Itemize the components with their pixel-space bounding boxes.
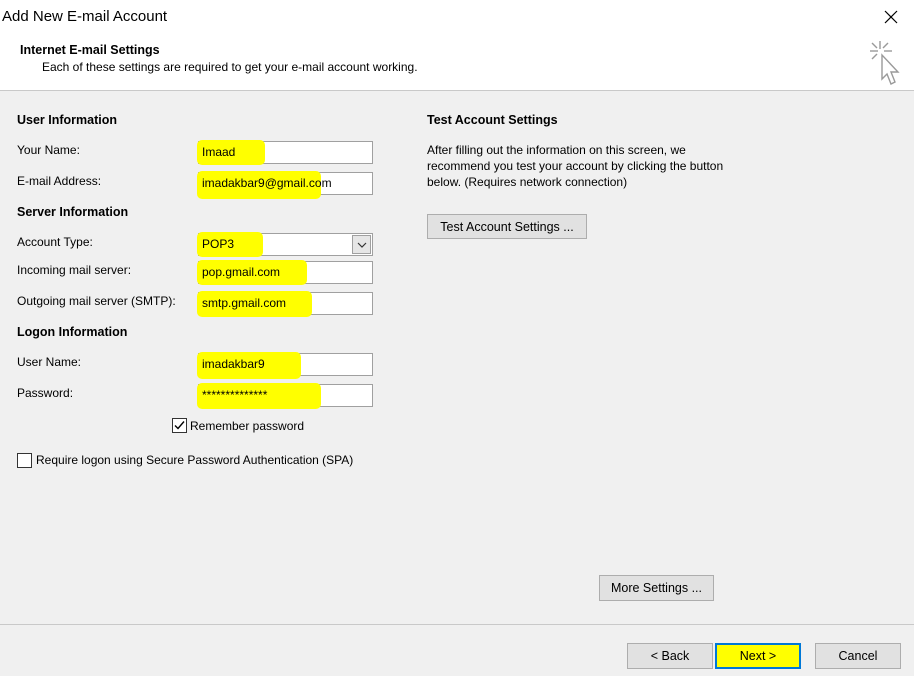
spa-label: Require logon using Secure Password Auth… bbox=[36, 453, 354, 467]
email-value: imadakbar9@gmail.com bbox=[202, 176, 332, 190]
username-label: User Name: bbox=[17, 355, 82, 369]
incoming-server-field[interactable]: pop.gmail.com bbox=[197, 260, 373, 285]
username-value: imadakbar9 bbox=[202, 357, 265, 371]
window-title: Add New E-mail Account bbox=[2, 8, 168, 25]
cancel-button[interactable]: Cancel bbox=[815, 643, 901, 669]
password-label: Password: bbox=[17, 386, 74, 400]
outgoing-server-field[interactable]: smtp.gmail.com bbox=[197, 291, 373, 317]
close-button[interactable] bbox=[868, 0, 914, 34]
remember-password-checkbox[interactable] bbox=[172, 418, 187, 433]
user-info-heading: User Information bbox=[17, 113, 118, 127]
account-type-label: Account Type: bbox=[17, 235, 93, 249]
your-name-value: Imaad bbox=[202, 145, 236, 159]
logon-info-heading: Logon Information bbox=[17, 325, 128, 339]
remember-password-label: Remember password bbox=[190, 419, 305, 433]
header-title: Internet E-mail Settings bbox=[20, 43, 160, 57]
spa-checkbox[interactable] bbox=[17, 453, 32, 468]
chevron-down-icon bbox=[357, 242, 366, 248]
wizard-cursor-icon bbox=[870, 41, 900, 85]
close-icon bbox=[884, 10, 898, 24]
checkmark-icon bbox=[174, 421, 185, 430]
test-settings-heading: Test Account Settings bbox=[427, 113, 558, 127]
your-name-label: Your Name: bbox=[17, 143, 80, 157]
account-type-value: POP3 bbox=[202, 237, 235, 251]
incoming-server-label: Incoming mail server: bbox=[17, 263, 132, 277]
server-info-heading: Server Information bbox=[17, 205, 129, 219]
outgoing-server-label: Outgoing mail server (SMTP): bbox=[17, 294, 176, 308]
account-type-select[interactable]: POP3 bbox=[197, 232, 373, 257]
password-field[interactable]: ************** bbox=[197, 383, 373, 409]
more-settings-button[interactable]: More Settings ... bbox=[599, 575, 714, 601]
email-label: E-mail Address: bbox=[17, 174, 102, 188]
your-name-field[interactable]: Imaad bbox=[197, 140, 373, 165]
wizard-header: Internet E-mail Settings Each of these s… bbox=[0, 34, 914, 91]
email-field[interactable]: imadakbar9@gmail.com bbox=[197, 171, 373, 199]
password-value: ************** bbox=[202, 388, 268, 402]
back-button[interactable]: < Back bbox=[627, 643, 713, 669]
header-subtitle: Each of these settings are required to g… bbox=[42, 60, 418, 74]
dropdown-arrow[interactable] bbox=[352, 235, 371, 254]
username-field[interactable]: imadakbar9 bbox=[197, 352, 373, 379]
test-settings-description: After filling out the information on thi… bbox=[427, 143, 724, 189]
footer-divider bbox=[0, 624, 914, 625]
test-account-settings-button[interactable]: Test Account Settings ... bbox=[427, 214, 587, 239]
incoming-server-value: pop.gmail.com bbox=[202, 265, 281, 279]
outgoing-server-value: smtp.gmail.com bbox=[202, 296, 287, 310]
next-button[interactable]: Next > bbox=[715, 643, 801, 669]
title-bar: Add New E-mail Account bbox=[0, 0, 914, 34]
